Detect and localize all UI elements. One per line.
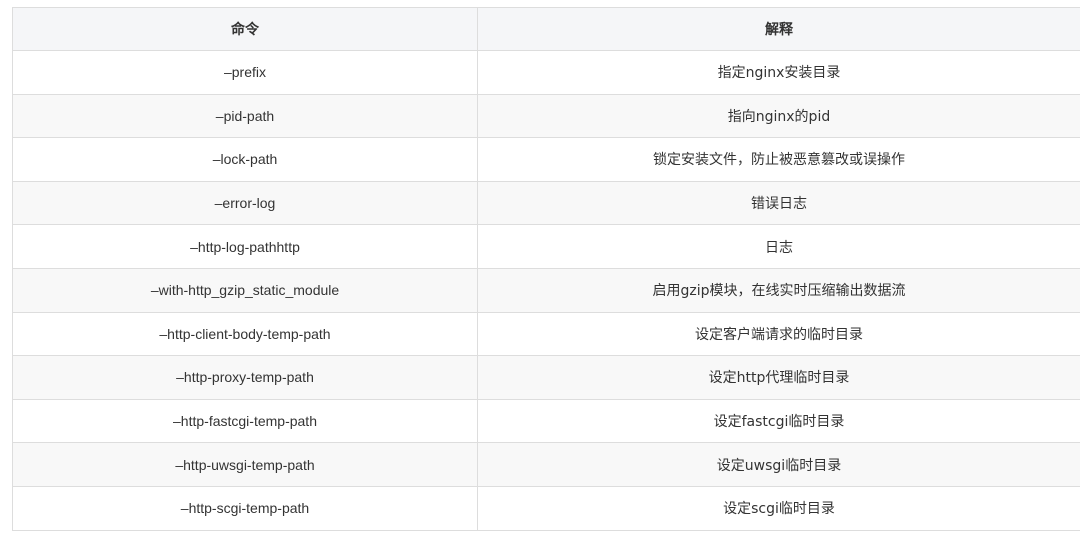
table-row: –error-log 错误日志	[12, 180, 1080, 226]
command-cell: –with-http_gzip_static_module	[12, 267, 478, 313]
command-cell: –http-log-pathhttp	[12, 224, 478, 269]
table-row: –pid-path 指向nginx的pid	[12, 93, 1080, 139]
table-row: –http-log-pathhttp 日志	[12, 224, 1080, 269]
table-row: –with-http_gzip_static_module 启用gzip模块，在…	[12, 267, 1080, 313]
header-command: 命令	[12, 7, 478, 51]
description-cell: 指定nginx安装目录	[477, 50, 1080, 95]
table-row: –prefix 指定nginx安装目录	[12, 50, 1080, 95]
description-cell: 启用gzip模块，在线实时压缩输出数据流	[477, 267, 1080, 313]
table-row: –http-scgi-temp-path 设定scgi临时目录	[12, 485, 1080, 531]
description-cell: 设定fastcgi临时目录	[477, 398, 1080, 444]
command-cell: –pid-path	[12, 93, 478, 139]
header-description: 解释	[477, 7, 1080, 51]
table-row: –lock-path 锁定安装文件，防止被恶意篡改或误操作	[12, 137, 1080, 182]
table-row: –http-fastcgi-temp-path 设定fastcgi临时目录	[12, 398, 1080, 444]
command-cell: –http-fastcgi-temp-path	[12, 398, 478, 444]
description-cell: 设定客户端请求的临时目录	[477, 311, 1080, 357]
command-cell: –http-uwsgi-temp-path	[12, 442, 478, 487]
table-header-row: 命令 解释	[12, 7, 1080, 51]
description-cell: 日志	[477, 224, 1080, 269]
description-cell: 指向nginx的pid	[477, 93, 1080, 139]
table-row: –http-proxy-temp-path 设定http代理临时目录	[12, 355, 1080, 400]
nginx-config-table: 命令 解释 –prefix 指定nginx安装目录 –pid-path 指向ng…	[12, 7, 1080, 531]
table-row: –http-client-body-temp-path 设定客户端请求的临时目录	[12, 311, 1080, 357]
command-cell: –prefix	[12, 50, 478, 95]
table-row: –http-uwsgi-temp-path 设定uwsgi临时目录	[12, 442, 1080, 487]
nginx-config-table-container: 命令 解释 –prefix 指定nginx安装目录 –pid-path 指向ng…	[12, 7, 1080, 531]
command-cell: –error-log	[12, 180, 478, 226]
description-cell: 设定http代理临时目录	[477, 355, 1080, 400]
command-cell: –lock-path	[12, 137, 478, 182]
description-cell: 设定scgi临时目录	[477, 485, 1080, 531]
command-cell: –http-client-body-temp-path	[12, 311, 478, 357]
command-cell: –http-scgi-temp-path	[12, 485, 478, 531]
description-cell: 锁定安装文件，防止被恶意篡改或误操作	[477, 137, 1080, 182]
description-cell: 错误日志	[477, 180, 1080, 226]
description-cell: 设定uwsgi临时目录	[477, 442, 1080, 487]
command-cell: –http-proxy-temp-path	[12, 355, 478, 400]
